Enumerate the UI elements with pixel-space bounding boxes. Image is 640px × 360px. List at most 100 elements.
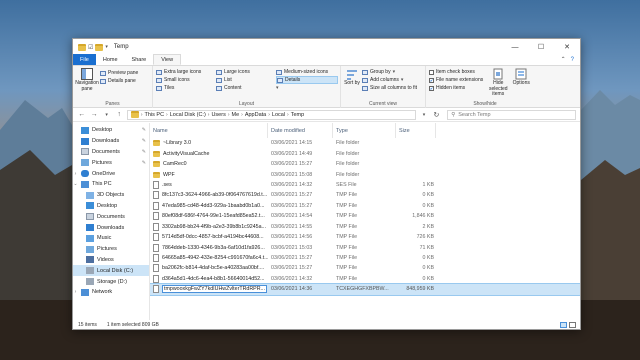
sort-by-button[interactable]: Sort by bbox=[344, 68, 360, 92]
breadcrumb-item[interactable]: AppData bbox=[245, 112, 266, 118]
nav-item-label: Documents bbox=[92, 148, 120, 155]
breadcrumb-item[interactable]: This PC bbox=[144, 112, 164, 118]
nav-item-onedrive[interactable]: › OneDrive bbox=[73, 168, 149, 179]
file-row[interactable]: 8fc137c3-3624-4966-ab39-0f064767619d.t..… bbox=[150, 190, 580, 200]
tab-file[interactable]: File bbox=[73, 54, 96, 65]
chevron-right-icon[interactable]: › bbox=[73, 171, 78, 177]
file-row[interactable]: ba2062fc-b814-4daf-bc5e-a40283aa00bf....… bbox=[150, 263, 580, 273]
file-row[interactable]: .ses 03/06/2021 14:32 SES File 1 KB bbox=[150, 180, 580, 190]
group-by-button[interactable]: Group by ▾ bbox=[362, 68, 417, 76]
help-icon[interactable]: ? bbox=[571, 57, 574, 63]
column-header-size[interactable]: Size bbox=[396, 123, 436, 138]
options-button[interactable]: Options bbox=[513, 68, 530, 98]
nav-item-desktop[interactable]: Desktop ✎ bbox=[73, 125, 149, 136]
layout-more[interactable]: ▾ bbox=[276, 84, 338, 92]
size-all-columns-button[interactable]: Size all columns to fit bbox=[362, 84, 417, 92]
quick-access-properties-icon[interactable]: ☑ bbox=[88, 44, 93, 51]
tab-share[interactable]: Share bbox=[125, 54, 154, 65]
navigation-pane: Desktop ✎ Downloads ✎ Documents ✎ Pictures ✎… bbox=[73, 123, 150, 320]
nav-item-pictures[interactable]: Pictures ✎ bbox=[73, 157, 149, 168]
file-row[interactable]: 5714d5df-0dcc-4857-bcbf-a4194bc44608... 0… bbox=[150, 232, 580, 242]
add-columns-button[interactable]: Add columns ▾ bbox=[362, 76, 417, 84]
rename-input[interactable]: tmpwooxkgFwZY7kdIUHwZvlterTRdRPR... bbox=[162, 285, 267, 294]
nav-item-local-disk[interactable]: Local Disk (C:) bbox=[73, 265, 149, 277]
extra-large-icons-icon bbox=[156, 69, 162, 75]
tab-home[interactable]: Home bbox=[96, 54, 125, 65]
layout-tiles[interactable]: Tiles bbox=[156, 84, 214, 92]
file-row[interactable]: 3302ab98-bb24-4f9b-a2e3-39b8b1c9245a... 0… bbox=[150, 222, 580, 232]
file-row[interactable]: 64665a85-4942-433e-8254-c991670fa6c4.t..… bbox=[150, 253, 580, 263]
nav-item-3d-objects[interactable]: 3D Objects bbox=[73, 190, 149, 201]
breadcrumb-separator-icon[interactable]: › bbox=[208, 112, 210, 118]
nav-item-documents[interactable]: Documents ✎ bbox=[73, 147, 149, 158]
preview-pane-button[interactable]: Preview pane bbox=[100, 69, 138, 77]
column-header-type[interactable]: Type bbox=[333, 123, 396, 138]
address-bar[interactable]: › This PC › Local Disk (C:) › Users › Me… bbox=[126, 109, 417, 120]
file-row[interactable]: WPF 03/06/2021 15:08 File folder bbox=[150, 169, 580, 179]
forward-arrow-icon[interactable]: → bbox=[89, 111, 98, 118]
details-pane-button[interactable]: Details pane bbox=[100, 77, 138, 85]
details-view-icon[interactable] bbox=[560, 321, 567, 328]
file-row[interactable]: ~Library 3.0 03/06/2021 14:15 File folder bbox=[150, 138, 580, 148]
breadcrumb-separator-icon[interactable]: › bbox=[241, 112, 243, 118]
search-box[interactable]: ⚲ Search Temp bbox=[447, 109, 577, 120]
breadcrumb-item[interactable]: Temp bbox=[291, 112, 304, 118]
layout-extra-large-icons[interactable]: Extra large icons bbox=[156, 68, 214, 76]
layout-medium-icons[interactable]: Medium-sized icons bbox=[276, 68, 338, 76]
navigation-pane-button[interactable]: Navigation pane bbox=[75, 68, 99, 92]
breadcrumb-separator-icon[interactable]: › bbox=[268, 112, 270, 118]
layout-content[interactable]: Content bbox=[216, 84, 274, 92]
recent-locations-chevron-icon[interactable]: ▾ bbox=[102, 112, 111, 118]
up-arrow-icon[interactable]: ↑ bbox=[114, 111, 123, 118]
refresh-icon[interactable]: ↻ bbox=[432, 111, 441, 119]
file-row[interactable]: tmpwooxkgFwZY7kdIUHwZvlterTRdRPR... 03/06… bbox=[150, 283, 580, 296]
breadcrumb-separator-icon[interactable]: › bbox=[141, 112, 143, 118]
nav-item-music[interactable]: Music bbox=[73, 233, 149, 244]
file-row[interactable]: CamRec0 03/06/2021 15:27 File folder bbox=[150, 159, 580, 169]
file-row[interactable]: 7864ddeb-1330-4346-9b3a-6af10d1fa926... 0… bbox=[150, 242, 580, 252]
chevron-right-icon[interactable]: › bbox=[73, 289, 78, 295]
hidden-items-toggle[interactable]: ✔ Hidden items bbox=[429, 84, 483, 92]
hide-selected-items-button[interactable]: Hide selected items bbox=[487, 68, 509, 98]
breadcrumb-item[interactable]: Local bbox=[272, 112, 285, 118]
breadcrumb-separator-icon[interactable]: › bbox=[166, 112, 168, 118]
layout-large-icons[interactable]: Large icons bbox=[216, 68, 274, 76]
file-icon bbox=[153, 222, 159, 231]
breadcrumb-item[interactable]: Local Disk (C:) bbox=[170, 112, 206, 118]
breadcrumb-item[interactable]: Users bbox=[211, 112, 225, 118]
nav-item-documents-pc[interactable]: Documents bbox=[73, 211, 149, 222]
tab-view[interactable]: View bbox=[153, 54, 182, 65]
nav-item-downloads[interactable]: Downloads ✎ bbox=[73, 136, 149, 147]
nav-item-network[interactable]: › Network bbox=[73, 287, 149, 298]
file-row[interactable]: 80ef08df-686f-4764-99e1-15eafd85ea52.t..… bbox=[150, 211, 580, 221]
chevron-down-icon[interactable]: ⌄ bbox=[73, 181, 78, 187]
breadcrumb-separator-icon[interactable]: › bbox=[228, 112, 230, 118]
chevron-down-icon[interactable]: ▾ bbox=[105, 44, 108, 50]
back-arrow-icon[interactable]: ← bbox=[77, 111, 86, 118]
item-check-boxes-toggle[interactable]: Item check boxes bbox=[429, 68, 483, 76]
new-folder-icon[interactable] bbox=[95, 43, 104, 51]
file-row[interactable]: 47eda985-cd48-4dd3-929a-1baabd0b1a0... 03… bbox=[150, 201, 580, 211]
chevron-up-icon[interactable]: ⌃ bbox=[561, 56, 566, 63]
layout-list[interactable]: List bbox=[216, 76, 274, 84]
address-dropdown-chevron-icon[interactable]: ▾ bbox=[419, 112, 428, 118]
maximize-button[interactable]: ☐ bbox=[528, 39, 554, 55]
layout-small-icons[interactable]: Small icons bbox=[156, 76, 214, 84]
nav-item-videos[interactable]: Videos bbox=[73, 255, 149, 266]
layout-details[interactable]: Details bbox=[276, 76, 338, 84]
minimize-button[interactable]: — bbox=[502, 39, 528, 55]
column-header-date[interactable]: Date modified bbox=[268, 123, 333, 138]
file-name-extensions-toggle[interactable]: ✔ File name extensions bbox=[429, 76, 483, 84]
nav-item-downloads-pc[interactable]: Downloads bbox=[73, 222, 149, 233]
breadcrumb-separator-icon[interactable]: › bbox=[287, 112, 289, 118]
close-button[interactable]: ✕ bbox=[554, 39, 580, 55]
file-row[interactable]: ActivityVisualCache 03/06/2021 14:49 File … bbox=[150, 148, 580, 158]
nav-item-storage[interactable]: Storage (D:) bbox=[73, 276, 149, 287]
column-header-name[interactable]: Name bbox=[150, 123, 268, 138]
breadcrumb-item[interactable]: Me bbox=[232, 112, 240, 118]
nav-item-this-pc[interactable]: ⌄ This PC bbox=[73, 179, 149, 190]
file-row[interactable]: d364a5d1-4dc6-4ea4-b8b1-56640014d52... 03… bbox=[150, 274, 580, 284]
large-icons-view-icon[interactable] bbox=[569, 321, 576, 328]
nav-item-pictures-pc[interactable]: Pictures bbox=[73, 244, 149, 255]
nav-item-desktop-pc[interactable]: Desktop bbox=[73, 201, 149, 212]
